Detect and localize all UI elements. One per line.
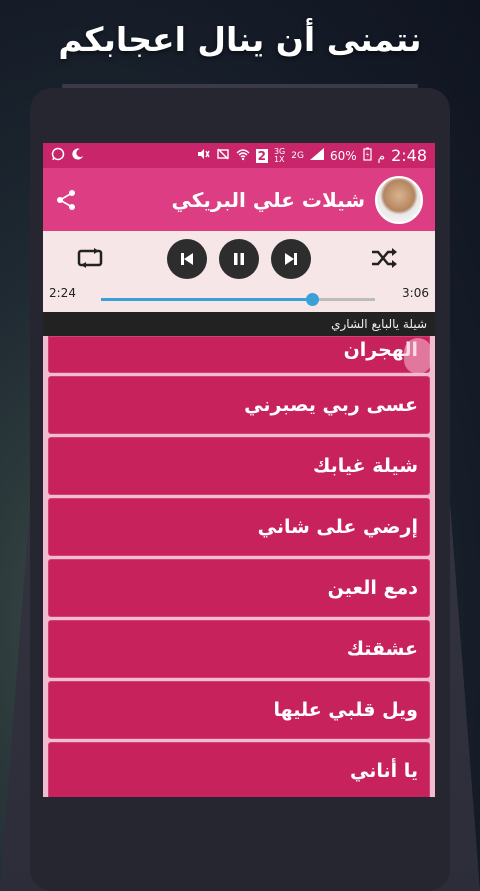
song-item[interactable]: إرضي على شاني [48, 498, 430, 556]
network-2g-label: 2G [291, 150, 304, 161]
shuffle-button[interactable] [369, 247, 399, 271]
mute-video-icon [216, 147, 230, 164]
scroll-handle[interactable] [404, 338, 432, 374]
am-pm-label: م [377, 148, 386, 163]
song-item[interactable]: ويل قلبي عليها [48, 681, 430, 739]
total-duration: 3:06 [402, 286, 429, 300]
status-left [51, 147, 85, 164]
artist-avatar [375, 175, 423, 224]
song-item[interactable]: يا أناني [48, 742, 430, 797]
song-item[interactable]: عشقتك [48, 620, 430, 678]
mute-icon [196, 147, 210, 164]
song-item[interactable]: دمع العين [48, 559, 430, 617]
signal-icon [309, 148, 324, 163]
battery-icon [363, 147, 372, 164]
pause-button[interactable] [219, 239, 259, 279]
status-right: 2 3G 1X 2G 60% م 2:48 [196, 146, 427, 165]
music-player: 2:24 3:06 [43, 231, 435, 312]
seek-bar-thumb[interactable] [305, 293, 319, 306]
app-title: شيلات علي البريكي [171, 187, 365, 212]
share-icon[interactable] [55, 189, 77, 211]
seek-bar-progress [101, 298, 312, 301]
whatsapp-icon [51, 147, 65, 164]
repeat-button[interactable] [75, 247, 105, 271]
clock: 2:48 [391, 146, 427, 165]
song-item[interactable]: الهجران [48, 336, 430, 373]
app-title-group: شيلات علي البريكي [171, 175, 423, 224]
network-1x-text: 1X [273, 154, 285, 164]
battery-percent: 60% [329, 148, 357, 163]
network-3g-label: 3G 1X [273, 147, 285, 164]
promo-headline: نتمنى أن ينال اعجابكم [58, 20, 422, 59]
status-bar: 2 3G 1X 2G 60% م 2:48 [43, 143, 435, 168]
seek-bar[interactable] [101, 293, 375, 306]
next-button[interactable] [271, 239, 311, 279]
do-not-disturb-icon [71, 147, 85, 164]
song-item[interactable]: شيلة غيابك [48, 437, 430, 495]
elapsed-time: 2:24 [49, 286, 76, 300]
song-item[interactable]: عسى ربي يصبرني [48, 376, 430, 434]
wifi-icon [236, 147, 250, 164]
now-playing-label: شيلة يالبايع الشاري [43, 312, 435, 336]
player-controls [43, 239, 435, 279]
app-screen: 2 3G 1X 2G 60% م 2:48 شيلات علي البريكي [43, 143, 435, 797]
previous-button[interactable] [167, 239, 207, 279]
song-list: الهجران عسى ربي يصبرني شيلة غيابك إرضي على … [43, 336, 435, 797]
app-bar: شيلات علي البريكي [43, 168, 435, 231]
sim-slot-badge: 2 [255, 148, 268, 163]
